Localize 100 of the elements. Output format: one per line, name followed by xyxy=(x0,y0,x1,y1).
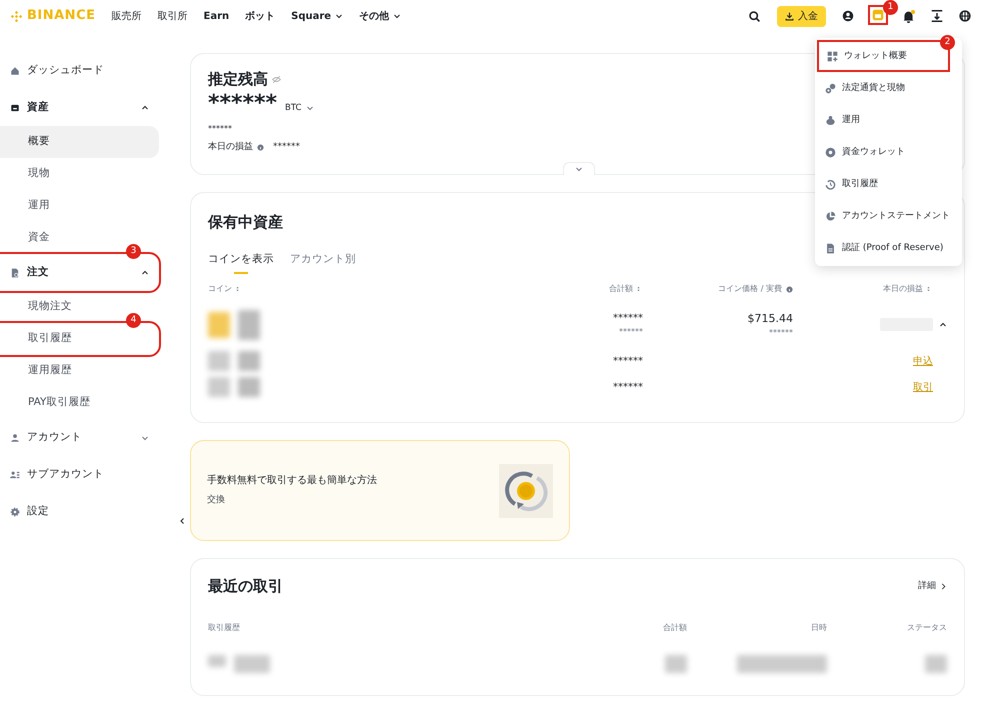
caret-icon xyxy=(141,268,149,276)
nav-link[interactable]: Earn xyxy=(204,8,230,24)
callout-number: 2 xyxy=(940,35,955,50)
column-header: 合計額 xyxy=(663,622,687,632)
redacted-block xyxy=(665,654,687,672)
currency-selector[interactable]: BTC xyxy=(285,102,314,114)
menu-item[interactable]: 取引履歴 xyxy=(815,168,962,200)
promo-text: 手数料無料で取引する最も簡単な方法 xyxy=(207,474,378,488)
wallet-icon xyxy=(10,102,20,112)
search-button[interactable] xyxy=(748,10,761,22)
total-amount: ****** xyxy=(612,380,643,395)
redacted-block xyxy=(925,654,947,672)
pnl-label: 本日の損益 xyxy=(208,140,253,154)
redacted-block xyxy=(238,310,260,340)
exchange-icon xyxy=(499,464,553,518)
pnl-value: ****** xyxy=(273,140,300,154)
chevron-right-icon xyxy=(940,582,947,590)
promo-banner[interactable]: 手数料無料で取引する最も簡単な方法 交換 xyxy=(190,440,570,541)
nav-link[interactable]: ボット xyxy=(245,8,276,24)
balance-value: ****** xyxy=(208,92,278,114)
column-header: コイン価格 / 実費 xyxy=(718,283,782,296)
menu-item[interactable]: 法定通貨と現物 xyxy=(815,72,962,104)
caret-icon xyxy=(575,165,583,173)
nav-link[interactable]: 取引所 xyxy=(158,8,188,24)
search-icon xyxy=(748,10,761,22)
home-icon xyxy=(10,66,20,76)
column-header: 合計額 xyxy=(609,283,633,296)
total-sub-amount: ****** xyxy=(618,326,643,338)
expand-row-button[interactable] xyxy=(939,320,947,329)
wallet-icon xyxy=(872,8,884,20)
column-header: 日時 xyxy=(811,622,827,632)
column-header: ステータス xyxy=(907,622,947,632)
info-icon xyxy=(257,144,264,151)
bell-icon xyxy=(902,10,915,22)
redacted-block xyxy=(208,377,230,398)
user-icon xyxy=(842,10,854,22)
coin-icon xyxy=(825,146,836,158)
notifications-button[interactable] xyxy=(902,10,915,22)
caret-icon xyxy=(141,104,149,112)
globe-icon xyxy=(959,10,971,22)
info-icon xyxy=(786,286,793,293)
piggy-bank-icon xyxy=(825,114,836,126)
caret-icon xyxy=(939,320,947,329)
sidebar-item[interactable]: 運用 xyxy=(0,190,159,222)
menu-item[interactable]: 資金ウォレット xyxy=(815,136,962,168)
sidebar-item[interactable]: ダッシュボード xyxy=(0,52,159,89)
menu-item[interactable]: アカウントステートメント xyxy=(815,200,962,232)
sidebar-item[interactable]: 資産 xyxy=(0,89,159,126)
balance-sub-value: ****** xyxy=(208,122,233,134)
details-link[interactable]: 詳細 xyxy=(918,580,947,593)
redacted-block xyxy=(238,377,260,398)
menu-item[interactable]: 認証 (Proof of Reserve) xyxy=(815,232,962,264)
document-icon xyxy=(825,242,836,254)
sidebar-item[interactable]: アカウント xyxy=(0,419,159,456)
callout-number: 4 xyxy=(126,313,141,328)
cost-value: ****** xyxy=(768,327,793,339)
settings-icon xyxy=(10,506,20,516)
document-icon xyxy=(10,268,20,278)
grid-icon xyxy=(827,50,838,62)
total-amount: ****** xyxy=(612,312,643,326)
redacted-block xyxy=(238,351,260,372)
download-app-button[interactable] xyxy=(931,10,943,22)
account-button[interactable] xyxy=(842,10,854,22)
card-title: 最近の取引 xyxy=(208,576,283,597)
logo-icon xyxy=(10,10,23,22)
collapse-icon[interactable] xyxy=(178,517,186,525)
user-icon xyxy=(10,432,20,442)
users-icon xyxy=(10,470,20,480)
sidebar-item[interactable]: サブアカウント xyxy=(0,456,159,493)
download-icon xyxy=(785,12,794,20)
menu-item[interactable]: 運用 xyxy=(815,104,962,136)
column-header: 取引履歴 xyxy=(208,622,240,632)
download-icon xyxy=(931,10,943,22)
column-header: 本日の損益 xyxy=(883,283,923,296)
redacted-block xyxy=(208,351,230,372)
total-amount: ****** xyxy=(612,354,643,369)
promo-subtext: 交換 xyxy=(207,494,226,508)
nav-link[interactable]: 販売所 xyxy=(112,8,142,24)
card-title: 保有中資産 xyxy=(208,212,283,233)
sidebar-item[interactable]: 現物 xyxy=(0,158,159,190)
coins-icon xyxy=(825,82,836,94)
callout-number: 1 xyxy=(883,0,898,14)
pie-chart-icon xyxy=(825,210,836,222)
tab[interactable]: コインを表示 xyxy=(208,252,274,274)
wallet-button[interactable] xyxy=(870,6,886,22)
callout-number: 3 xyxy=(126,244,141,259)
language-button[interactable] xyxy=(959,10,971,22)
history-icon xyxy=(825,178,836,190)
nav-link[interactable]: Square xyxy=(291,8,344,24)
sidebar-item[interactable]: PAY取引履歴 xyxy=(0,387,159,419)
sidebar-item[interactable]: 概要 xyxy=(0,126,159,158)
caret-icon xyxy=(141,434,149,442)
coin-price: $715.44 xyxy=(746,310,793,326)
redacted-block xyxy=(208,312,230,338)
deposit-button[interactable]: 入金 xyxy=(777,6,826,26)
nav-link[interactable]: その他 xyxy=(359,8,402,24)
redacted-block xyxy=(234,654,270,672)
sidebar-item[interactable]: 設定 xyxy=(0,493,159,530)
caret-icon xyxy=(306,104,314,112)
sidebar-item[interactable]: 運用履歴 xyxy=(0,355,159,387)
